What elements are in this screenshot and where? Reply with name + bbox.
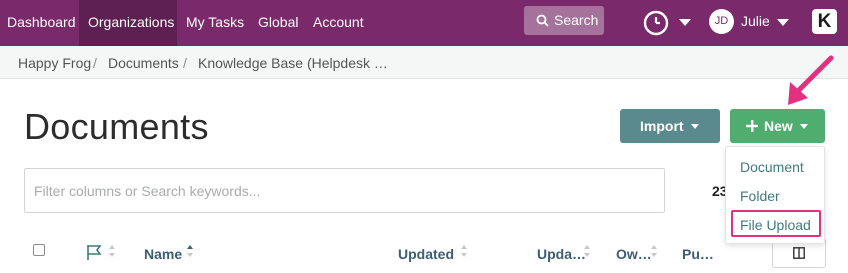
column-header-owner[interactable]: Ow… bbox=[616, 246, 652, 262]
search-icon bbox=[536, 14, 549, 27]
sort-icon[interactable] bbox=[650, 244, 658, 258]
top-navbar: Dashboard Organizations My Tasks Global … bbox=[0, 0, 848, 46]
search-label: Search bbox=[554, 12, 599, 28]
clock-icon[interactable] bbox=[642, 9, 670, 37]
page-title: Documents bbox=[24, 106, 209, 147]
column-header-name[interactable]: Name bbox=[144, 246, 182, 262]
column-header-updated-by[interactable]: Upda… bbox=[537, 246, 586, 262]
nav-my-tasks[interactable]: My Tasks bbox=[186, 0, 244, 46]
nav-organizations[interactable]: Organizations bbox=[79, 0, 177, 46]
menu-item-document[interactable]: Document bbox=[740, 159, 804, 175]
annotation-arrow-icon bbox=[788, 55, 834, 105]
app-logo[interactable]: K bbox=[812, 9, 837, 34]
column-header-updated[interactable]: Updated bbox=[398, 246, 454, 262]
breadcrumb: Happy Frog / Documents / Knowledge Base … bbox=[0, 46, 848, 79]
breadcrumb-item-documents[interactable]: Documents bbox=[108, 55, 179, 71]
breadcrumb-separator: / bbox=[183, 55, 187, 71]
import-label: Import bbox=[640, 118, 684, 134]
column-header-published[interactable]: Pu… bbox=[682, 246, 714, 262]
nav-dashboard[interactable]: Dashboard bbox=[7, 0, 76, 46]
breadcrumb-separator: / bbox=[93, 55, 97, 71]
new-chevron-down-icon bbox=[800, 124, 808, 129]
menu-item-folder[interactable]: Folder bbox=[740, 188, 780, 204]
search-button[interactable]: Search bbox=[524, 6, 604, 35]
nav-account[interactable]: Account bbox=[313, 0, 364, 46]
sort-ascending-icon[interactable] bbox=[186, 244, 194, 258]
sort-icon[interactable] bbox=[583, 244, 591, 258]
select-all-checkbox[interactable] bbox=[33, 244, 45, 256]
breadcrumb-item-happy-frog[interactable]: Happy Frog bbox=[18, 55, 91, 71]
new-button[interactable]: New bbox=[730, 109, 825, 143]
sort-icon[interactable] bbox=[460, 244, 468, 258]
filter-input[interactable] bbox=[24, 168, 665, 213]
import-button[interactable]: Import bbox=[620, 109, 720, 143]
breadcrumb-item-knowledge-base[interactable]: Knowledge Base (Helpdesk … bbox=[198, 55, 388, 71]
clock-chevron-down-icon[interactable] bbox=[679, 19, 691, 26]
file-upload-highlight-box bbox=[731, 210, 821, 237]
import-chevron-down-icon bbox=[691, 124, 699, 129]
flag-icon[interactable] bbox=[86, 244, 102, 260]
user-name[interactable]: Julie bbox=[741, 13, 770, 29]
columns-icon bbox=[793, 247, 805, 259]
avatar[interactable]: JD bbox=[709, 9, 734, 34]
plus-icon bbox=[746, 120, 758, 132]
user-chevron-down-icon[interactable] bbox=[777, 19, 789, 26]
nav-global[interactable]: Global bbox=[258, 0, 298, 46]
sort-icon[interactable] bbox=[108, 244, 116, 258]
new-label: New bbox=[764, 118, 793, 134]
